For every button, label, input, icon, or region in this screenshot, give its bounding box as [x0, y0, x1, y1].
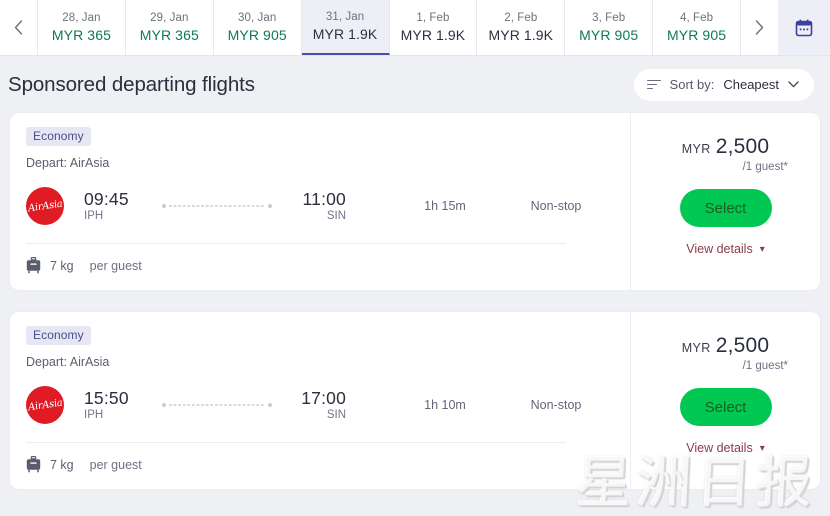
date-tab-date: 30, Jan	[238, 12, 276, 24]
baggage-weight: 7 kg	[50, 458, 74, 472]
date-tab-1[interactable]: 29, Jan MYR 365	[126, 0, 214, 55]
baggage-note: per guest	[90, 259, 142, 273]
date-tab-date: 4, Feb	[680, 12, 713, 24]
date-tab-price: MYR 905	[579, 27, 638, 43]
price-row: MYR 2,500	[682, 135, 770, 159]
date-tab-price: MYR 1.9K	[313, 26, 378, 42]
departure-airport-code: IPH	[84, 409, 148, 421]
date-tab-date: 31, Jan	[326, 11, 364, 23]
arrival-airport-code: SIN	[327, 210, 346, 222]
date-tab-price: MYR 1.9K	[489, 27, 554, 43]
price-row: MYR 2,500	[682, 334, 770, 358]
arrival-time: 11:00	[303, 190, 347, 210]
next-dates-button[interactable]	[740, 0, 778, 55]
view-details-toggle[interactable]: View details ▾	[686, 242, 765, 256]
sort-by-dropdown[interactable]: Sort by: Cheapest	[634, 69, 814, 101]
arrival-block: 17:00 SIN	[282, 389, 346, 422]
date-price-strip: 28, Jan MYR 365 29, Jan MYR 365 30, Jan …	[0, 0, 830, 56]
date-tab-price: MYR 905	[667, 27, 726, 43]
flight-path-line	[162, 204, 272, 208]
select-button[interactable]: Select	[680, 388, 772, 426]
open-calendar-button[interactable]	[778, 0, 830, 55]
date-tab-5[interactable]: 2, Feb MYR 1.9K	[477, 0, 565, 55]
luggage-icon	[26, 257, 41, 274]
arrival-time: 17:00	[301, 389, 346, 409]
view-details-toggle[interactable]: View details ▾	[686, 441, 765, 455]
departure-block: 09:45 IPH	[84, 190, 148, 223]
view-details-label: View details	[686, 441, 752, 455]
sort-by-label: Sort by:	[670, 77, 715, 92]
flight-card-0[interactable]: Economy Depart: AirAsia AirAsia 09:45 IP…	[10, 113, 820, 290]
price-amount: 2,500	[716, 135, 770, 159]
date-tab-date: 28, Jan	[62, 12, 100, 24]
path-start-dot	[162, 204, 166, 208]
cabin-class-badge: Economy	[26, 326, 91, 345]
date-tab-price: MYR 1.9K	[401, 27, 466, 43]
flight-duration: 1h 15m	[402, 199, 488, 213]
arrival-airport-code: SIN	[327, 409, 346, 421]
chevron-down-icon	[788, 81, 799, 88]
date-tab-date: 29, Jan	[150, 12, 188, 24]
calendar-icon	[794, 18, 814, 38]
departure-time: 15:50	[84, 389, 148, 409]
sort-icon	[647, 80, 661, 90]
view-details-label: View details	[686, 242, 752, 256]
path-start-dot	[162, 403, 166, 407]
flight-stops: Non-stop	[510, 398, 602, 412]
date-tab-price: MYR 905	[228, 27, 287, 43]
date-tab-6[interactable]: 3, Feb MYR 905	[565, 0, 653, 55]
date-tab-0[interactable]: 28, Jan MYR 365	[38, 0, 126, 55]
flight-duration: 1h 10m	[402, 398, 488, 412]
price-currency: MYR	[682, 341, 711, 355]
arrival-block: 11:00 SIN	[282, 190, 346, 223]
chevron-right-icon	[755, 20, 764, 35]
date-tab-date: 2, Feb	[504, 12, 537, 24]
flight-card-1[interactable]: Economy Depart: AirAsia AirAsia 15:50 IP…	[10, 312, 820, 489]
date-tab-date: 3, Feb	[592, 12, 625, 24]
departure-time: 09:45	[84, 190, 148, 210]
baggage-weight: 7 kg	[50, 259, 74, 273]
airline-logo: AirAsia	[26, 386, 64, 424]
price-column: MYR 2,500 /1 guest* Select View details …	[630, 113, 820, 290]
departure-block: 15:50 IPH	[84, 389, 148, 422]
baggage-note: per guest	[90, 458, 142, 472]
select-button[interactable]: Select	[680, 189, 772, 227]
chevron-left-icon	[14, 20, 23, 35]
path-dashes	[169, 205, 265, 207]
airline-logo-text: AirAsia	[27, 198, 63, 214]
date-tab-date: 1, Feb	[416, 12, 449, 24]
date-tab-price: MYR 365	[52, 27, 111, 43]
path-end-dot	[268, 204, 272, 208]
departure-airport-code: IPH	[84, 210, 148, 222]
date-tab-price: MYR 365	[140, 27, 199, 43]
flight-path-line	[162, 403, 272, 407]
results-header: Sponsored departing flights Sort by: Che…	[0, 56, 830, 113]
path-dashes	[169, 404, 265, 406]
sort-by-value: Cheapest	[723, 77, 779, 92]
chevron-down-icon: ▾	[760, 443, 765, 454]
price-column: MYR 2,500 /1 guest* Select View details …	[630, 312, 820, 489]
price-per-guest: /1 guest*	[743, 360, 788, 372]
flight-results-list: Economy Depart: AirAsia AirAsia 09:45 IP…	[0, 113, 830, 489]
date-tab-3[interactable]: 31, Jan MYR 1.9K	[302, 0, 390, 55]
page-title: Sponsored departing flights	[8, 73, 255, 97]
price-currency: MYR	[682, 142, 711, 156]
cabin-class-badge: Economy	[26, 127, 91, 146]
chevron-down-icon: ▾	[760, 244, 765, 255]
date-tab-2[interactable]: 30, Jan MYR 905	[214, 0, 302, 55]
price-per-guest: /1 guest*	[743, 161, 788, 173]
luggage-icon	[26, 456, 41, 473]
airline-logo-text: AirAsia	[27, 397, 63, 413]
price-amount: 2,500	[716, 334, 770, 358]
date-tab-4[interactable]: 1, Feb MYR 1.9K	[390, 0, 478, 55]
prev-dates-button[interactable]	[0, 0, 38, 55]
path-end-dot	[268, 403, 272, 407]
date-tab-7[interactable]: 4, Feb MYR 905	[653, 0, 740, 55]
flight-stops: Non-stop	[510, 199, 602, 213]
date-tab-list: 28, Jan MYR 365 29, Jan MYR 365 30, Jan …	[38, 0, 740, 55]
airline-logo: AirAsia	[26, 187, 64, 225]
